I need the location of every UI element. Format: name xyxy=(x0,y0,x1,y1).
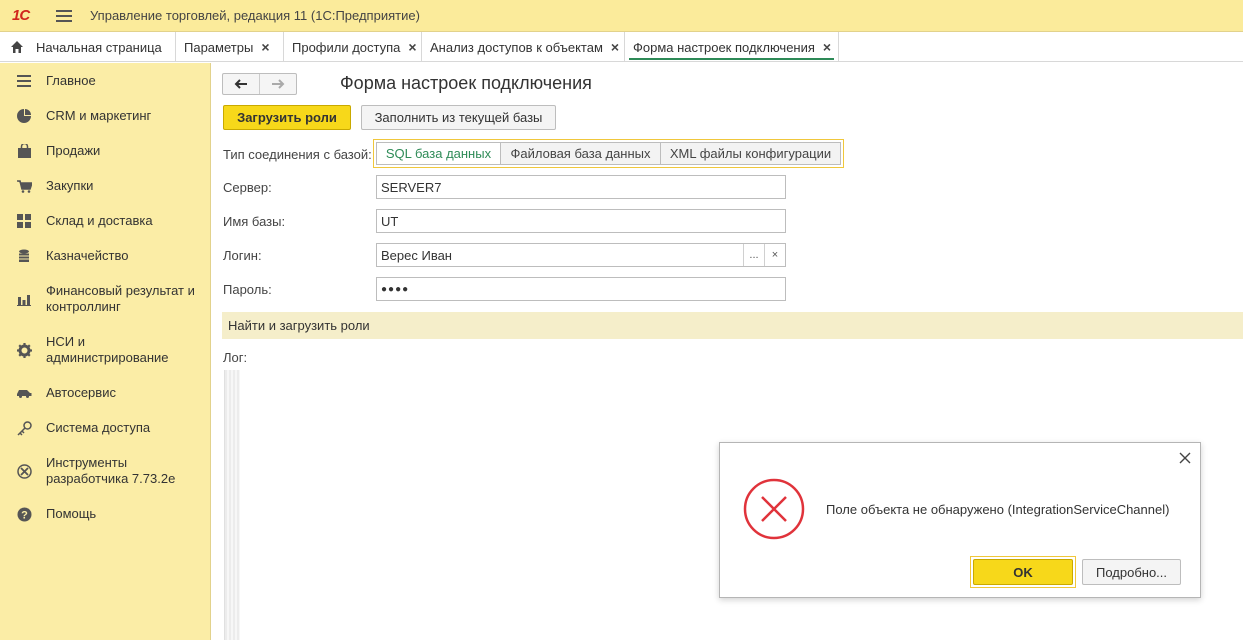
sidebar-item-main[interactable]: Главное xyxy=(0,73,210,89)
error-icon xyxy=(743,478,805,540)
select-button[interactable]: ... xyxy=(743,244,764,266)
sidebar-item-label: Главное xyxy=(46,73,96,88)
sidebar-item-access-system[interactable]: Система доступа xyxy=(0,420,210,436)
connection-type-selector: SQL база данных Файловая база данных XML… xyxy=(373,139,844,168)
close-icon[interactable]: × xyxy=(823,39,831,55)
tools-icon xyxy=(16,463,32,479)
fill-from-current-button[interactable]: Заполнить из текущей базы xyxy=(361,105,556,130)
section-title: Найти и загрузить роли xyxy=(228,318,370,333)
hamburger-menu-icon[interactable] xyxy=(56,9,72,22)
error-dialog: Поле объекта не обнаружено (IntegrationS… xyxy=(719,442,1201,598)
sidebar-item-treasury[interactable]: Казначейство xyxy=(0,248,210,264)
pie-chart-icon xyxy=(16,108,32,124)
details-button[interactable]: Подробно... xyxy=(1082,559,1181,585)
close-icon[interactable]: × xyxy=(408,39,416,55)
sidebar-item-purchases[interactable]: Закупки xyxy=(0,178,210,194)
login-field[interactable]: Верес Иван ... × xyxy=(376,243,786,267)
key-icon xyxy=(16,420,32,436)
close-icon[interactable] xyxy=(1178,451,1192,465)
tab-label: Профили доступа xyxy=(292,39,401,55)
login-label: Логин: xyxy=(223,248,262,263)
sidebar-item-label: Закупки xyxy=(46,178,94,193)
sidebar-item-warehouse[interactable]: Склад и доставка xyxy=(0,213,210,229)
car-icon xyxy=(16,385,32,401)
page-title: Форма настроек подключения xyxy=(340,73,592,93)
server-value: SERVER7 xyxy=(381,179,442,195)
sidebar-item-sales[interactable]: Продажи xyxy=(0,143,210,159)
sidebar-item-crm[interactable]: CRM и маркетинг xyxy=(0,108,210,124)
app-title: Управление торговлей, редакция 11 (1С:Пр… xyxy=(90,8,420,23)
sidebar-item-label: Финансовый результат и контроллинг xyxy=(46,283,195,314)
tab-home[interactable]: Начальная страница xyxy=(0,32,176,62)
sidebar-item-label: Инструменты разработчика 7.73.2e xyxy=(46,455,176,486)
tabs-bar: Начальная страница Параметры × Профили д… xyxy=(0,32,1243,62)
sidebar-item-label: Автосервис xyxy=(46,385,116,400)
app-logo: 1С xyxy=(12,6,30,24)
sidebar-item-label: Продажи xyxy=(46,143,101,158)
sidebar-item-admin[interactable]: НСИ и администрирование xyxy=(0,334,210,366)
log-label: Лог: xyxy=(223,350,248,365)
title-bar: 1С Управление торговлей, редакция 11 (1С… xyxy=(0,0,1243,32)
server-field[interactable]: SERVER7 xyxy=(376,175,786,199)
sidebar-item-dev-tools[interactable]: Инструменты разработчика 7.73.2e xyxy=(0,455,210,487)
sidebar-item-finance[interactable]: Финансовый результат и контроллинг xyxy=(0,283,210,315)
dbname-label: Имя базы: xyxy=(223,214,286,229)
list-icon xyxy=(16,73,32,89)
sidebar-item-label: Помощь xyxy=(46,506,97,521)
error-message: Поле объекта не обнаружено (IntegrationS… xyxy=(826,502,1170,517)
bar-chart-icon xyxy=(16,291,32,307)
ok-button[interactable]: OK xyxy=(973,559,1073,585)
ok-button-focus: OK xyxy=(970,556,1076,588)
arrow-right-icon xyxy=(272,79,285,89)
tab-label: Форма настроек подключения xyxy=(633,39,815,55)
clear-icon[interactable]: × xyxy=(764,244,785,266)
tab-label: Анализ доступов к объектам xyxy=(430,39,603,55)
password-value: ●●●● xyxy=(381,283,410,295)
forward-button[interactable] xyxy=(259,74,296,94)
close-icon[interactable]: × xyxy=(611,39,619,55)
password-field[interactable]: ●●●● xyxy=(376,277,786,301)
load-roles-button[interactable]: Загрузить роли xyxy=(223,105,351,130)
sidebar-item-label: Склад и доставка xyxy=(46,213,153,228)
connection-type-sql[interactable]: SQL база данных xyxy=(376,142,501,165)
home-icon xyxy=(11,41,23,53)
help-icon: ? xyxy=(16,506,32,522)
section-header[interactable]: Найти и загрузить роли xyxy=(222,312,1243,339)
tab-access-analysis[interactable]: Анализ доступов к объектам × xyxy=(422,32,625,62)
svg-text:?: ? xyxy=(21,509,28,521)
tab-parameters[interactable]: Параметры × xyxy=(176,32,284,62)
dbname-value: UT xyxy=(381,213,399,229)
cart-icon xyxy=(16,178,32,194)
bag-icon xyxy=(16,143,32,159)
sidebar-item-autoservice[interactable]: Автосервис xyxy=(0,385,210,401)
sidebar-item-label: CRM и маркетинг xyxy=(46,108,152,123)
connection-type-xml[interactable]: XML файлы конфигурации xyxy=(661,142,841,165)
close-icon[interactable]: × xyxy=(261,39,269,55)
tab-access-profiles[interactable]: Профили доступа × xyxy=(284,32,422,62)
sidebar-item-label: НСИ и администрирование xyxy=(46,334,169,365)
dbname-field[interactable]: UT xyxy=(376,209,786,233)
sidebar: Главное CRM и маркетинг Продажи Закупки … xyxy=(0,63,211,640)
arrow-left-icon xyxy=(234,79,247,89)
connection-type-label: Тип соединения с базой: xyxy=(223,147,372,162)
connection-type-file[interactable]: Файловая база данных xyxy=(501,142,661,165)
sidebar-item-label: Казначейство xyxy=(46,248,129,263)
gear-icon xyxy=(16,342,32,358)
tab-label: Параметры xyxy=(184,39,254,55)
password-label: Пароль: xyxy=(223,282,272,297)
back-button[interactable] xyxy=(223,74,259,94)
coins-icon xyxy=(16,248,32,264)
server-label: Сервер: xyxy=(223,180,272,195)
login-value: Верес Иван xyxy=(381,247,452,263)
log-area[interactable] xyxy=(224,370,240,640)
sidebar-item-help[interactable]: ? Помощь xyxy=(0,506,210,522)
grid-icon xyxy=(16,213,32,229)
sidebar-item-label: Система доступа xyxy=(46,420,151,435)
tab-connection-settings[interactable]: Форма настроек подключения × xyxy=(625,32,839,62)
history-nav xyxy=(222,73,297,95)
tab-label: Начальная страница xyxy=(36,39,162,55)
